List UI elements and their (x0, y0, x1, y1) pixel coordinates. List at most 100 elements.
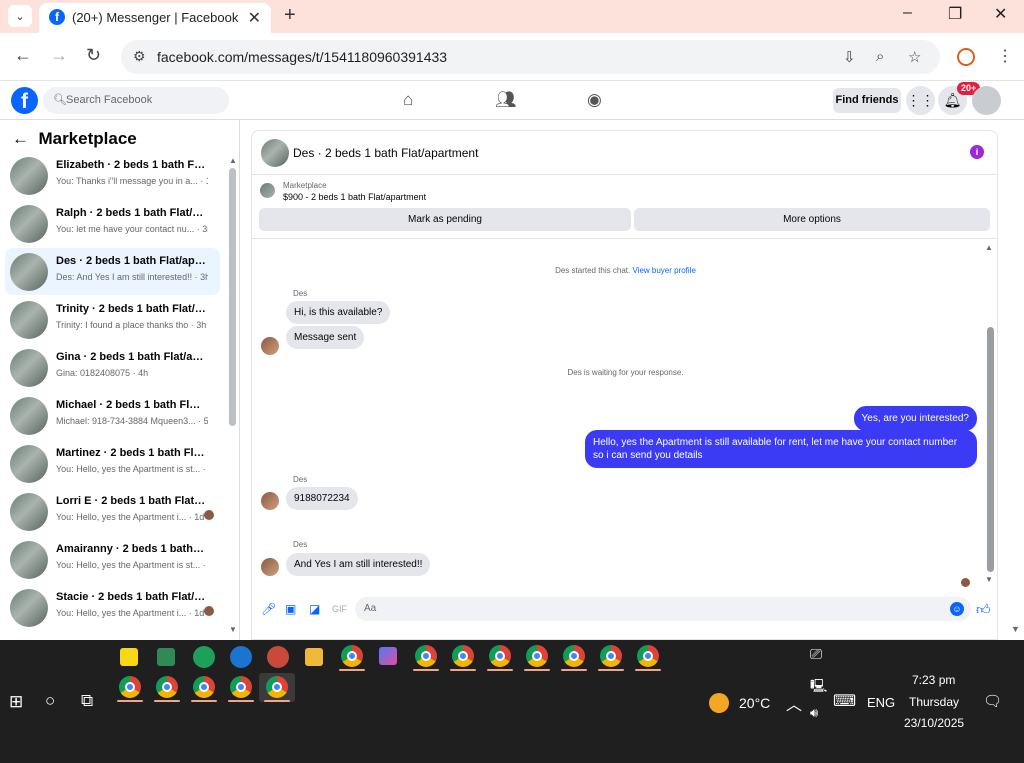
profile-icon[interactable] (957, 48, 975, 66)
more-menu-icon[interactable]: ⋮ (997, 46, 1013, 66)
outgoing-message-bubble[interactable]: Yes, are you interested? (853, 406, 977, 431)
app-icon[interactable] (157, 648, 175, 666)
scroll-down-icon[interactable]: ▼ (229, 625, 237, 634)
edge-icon[interactable] (230, 646, 252, 668)
mark-as-pending-button[interactable]: Mark as pending (259, 208, 631, 231)
left-scrollbar[interactable] (229, 168, 236, 426)
app-icon[interactable] (193, 646, 215, 668)
conversation-item[interactable]: Stacie · 2 beds 1 bath Flat/ap... You: He… (5, 584, 220, 631)
more-options-button[interactable]: More options (634, 208, 990, 231)
search-circle-icon[interactable]: ○ (45, 691, 55, 711)
photo-icon[interactable]: ▣ (285, 602, 296, 616)
conversation-item[interactable]: Des · 2 beds 1 bath Flat/apartm... Des: A… (5, 248, 220, 295)
meet-now-icon[interactable]: ⎚ (810, 646, 822, 663)
sticky-notes-icon[interactable] (120, 648, 138, 666)
chrome-icon[interactable] (341, 645, 363, 667)
network-icon[interactable]: 🖳︎ (810, 677, 827, 699)
conversation-item[interactable]: Ralph · 2 beds 1 bath Flat/apart... You: … (5, 200, 220, 247)
conversation-item[interactable]: Trinity · 2 beds 1 bath Flat/apar... Trin… (5, 296, 220, 343)
friends-icon[interactable]: 👥︎ (495, 90, 517, 110)
message-bubble[interactable]: And Yes I am still interested!! (286, 553, 431, 576)
scroll-up-icon[interactable]: ▲ (229, 156, 237, 165)
chat-scroll-down-icon[interactable]: ▼ (985, 575, 993, 584)
home-icon[interactable]: ⌂ (403, 90, 413, 110)
reload-button[interactable]: ↻ (86, 45, 101, 66)
volume-icon[interactable]: 🔊︎ (810, 705, 818, 721)
clock-time[interactable]: 7:23 pm (912, 673, 955, 687)
weather-temperature[interactable]: 20°C (739, 695, 770, 711)
site-info-icon[interactable]: ⚙ (133, 48, 146, 65)
chrome-icon[interactable] (489, 645, 511, 667)
install-icon[interactable]: ⇩ (843, 48, 856, 66)
thumbs-up-icon[interactable]: 👍︎ (976, 601, 991, 618)
close-window-button[interactable]: ✕ (994, 4, 1007, 24)
sender-avatar[interactable] (261, 337, 279, 355)
notifications-icon[interactable]: 🗨︎ (983, 692, 1002, 710)
chevron-up-icon[interactable]: ︿ (786, 691, 802, 715)
minimize-button[interactable]: – (903, 4, 912, 22)
message-input[interactable]: Aa (364, 603, 376, 614)
search-box[interactable]: 🔍︎ Search Facebook (43, 87, 229, 114)
groups-icon[interactable]: ◉ (587, 90, 602, 110)
chat-title[interactable]: Des · 2 beds 1 bath Flat/apartment (293, 146, 478, 160)
copilot-icon[interactable] (379, 647, 397, 665)
outgoing-message-bubble[interactable]: Hello, yes the Apartment is still availa… (585, 430, 977, 468)
chrome-icon[interactable] (600, 645, 622, 667)
chrome-icon[interactable] (156, 676, 178, 698)
address-bar[interactable]: ⚙ facebook.com/messages/t/15411809603914… (121, 40, 940, 74)
chrome-icon[interactable] (119, 676, 141, 698)
find-friends-button[interactable]: Find friends (833, 88, 901, 113)
conversation-item[interactable]: Amairanny · 2 beds 1 bath Flat/... You: H… (5, 536, 220, 583)
chat-scroll-up-icon[interactable]: ▲ (985, 243, 993, 252)
listing-price[interactable]: $900 - 2 beds 1 bath Flat/apartment (283, 192, 426, 202)
app-icon[interactable] (267, 646, 289, 668)
info-icon[interactable]: i (970, 145, 984, 159)
sticker-icon[interactable]: ◪ (309, 602, 320, 616)
microphone-icon[interactable]: 🎤︎ (261, 602, 276, 616)
chrome-icon[interactable] (563, 645, 585, 667)
sender-avatar[interactable] (261, 492, 279, 510)
chrome-icon[interactable] (526, 645, 548, 667)
message-bubble[interactable]: Hi, is this available? (286, 301, 391, 324)
task-view-icon[interactable]: ⧉ (81, 691, 93, 711)
file-explorer-icon[interactable] (305, 648, 323, 666)
page-scroll-down-icon[interactable]: ▼ (1011, 624, 1020, 634)
tab-close-icon[interactable]: ✕ (248, 8, 261, 28)
message-bubble[interactable]: Message sent (286, 326, 365, 349)
clock-day[interactable]: Thursday (909, 695, 959, 709)
windows-start-icon[interactable]: ⊞ (9, 692, 23, 712)
chat-scrollbar[interactable] (987, 327, 994, 572)
sender-avatar[interactable] (261, 558, 279, 576)
tab-search-button[interactable]: ⌄ (8, 5, 32, 27)
language-indicator[interactable]: ENG (867, 695, 895, 710)
chrome-icon[interactable] (415, 645, 437, 667)
weather-sun-icon[interactable] (709, 693, 729, 713)
chat-avatar[interactable] (261, 139, 289, 167)
message-composer[interactable]: Aa ☺ (355, 597, 971, 621)
new-tab-button[interactable]: + (284, 4, 296, 27)
view-buyer-profile-link[interactable]: View buyer profile (632, 266, 695, 275)
conversation-item[interactable]: Lorri E · 2 beds 1 bath Flat/ap... You: H… (5, 488, 220, 535)
conversation-item[interactable]: Gina · 2 beds 1 bath Flat/apart... Gina: … (5, 344, 220, 391)
conversation-item[interactable]: Elizabeth · 2 beds 1 bath Flat/a... You: … (5, 152, 220, 199)
browser-tab[interactable]: f (20+) Messenger | Facebook ✕ (39, 3, 271, 33)
back-arrow-icon[interactable]: ← (12, 129, 29, 148)
facebook-logo[interactable]: f (11, 87, 38, 114)
chrome-icon[interactable] (230, 676, 252, 698)
chrome-icon[interactable] (193, 676, 215, 698)
keyboard-icon[interactable]: ⌨ (833, 691, 856, 711)
listing-thumbnail[interactable] (260, 183, 275, 198)
search-input[interactable]: Search Facebook (66, 94, 152, 106)
gif-icon[interactable]: GIF (332, 604, 347, 614)
conversation-item[interactable]: Michael · 2 beds 1 bath Flat/ap... Michae… (5, 392, 220, 439)
emoji-icon[interactable]: ☺ (950, 602, 964, 616)
chrome-icon[interactable] (452, 645, 474, 667)
chrome-icon[interactable] (266, 676, 288, 698)
chrome-icon[interactable] (637, 645, 659, 667)
account-avatar[interactable] (972, 86, 1001, 115)
bookmark-star-icon[interactable]: ☆ (908, 48, 921, 66)
url-text[interactable]: facebook.com/messages/t/1541180960391433 (157, 49, 447, 65)
back-button[interactable]: ← (14, 45, 32, 66)
forward-button[interactable]: → (50, 45, 68, 66)
zoom-icon[interactable]: ⌕ (876, 48, 884, 65)
